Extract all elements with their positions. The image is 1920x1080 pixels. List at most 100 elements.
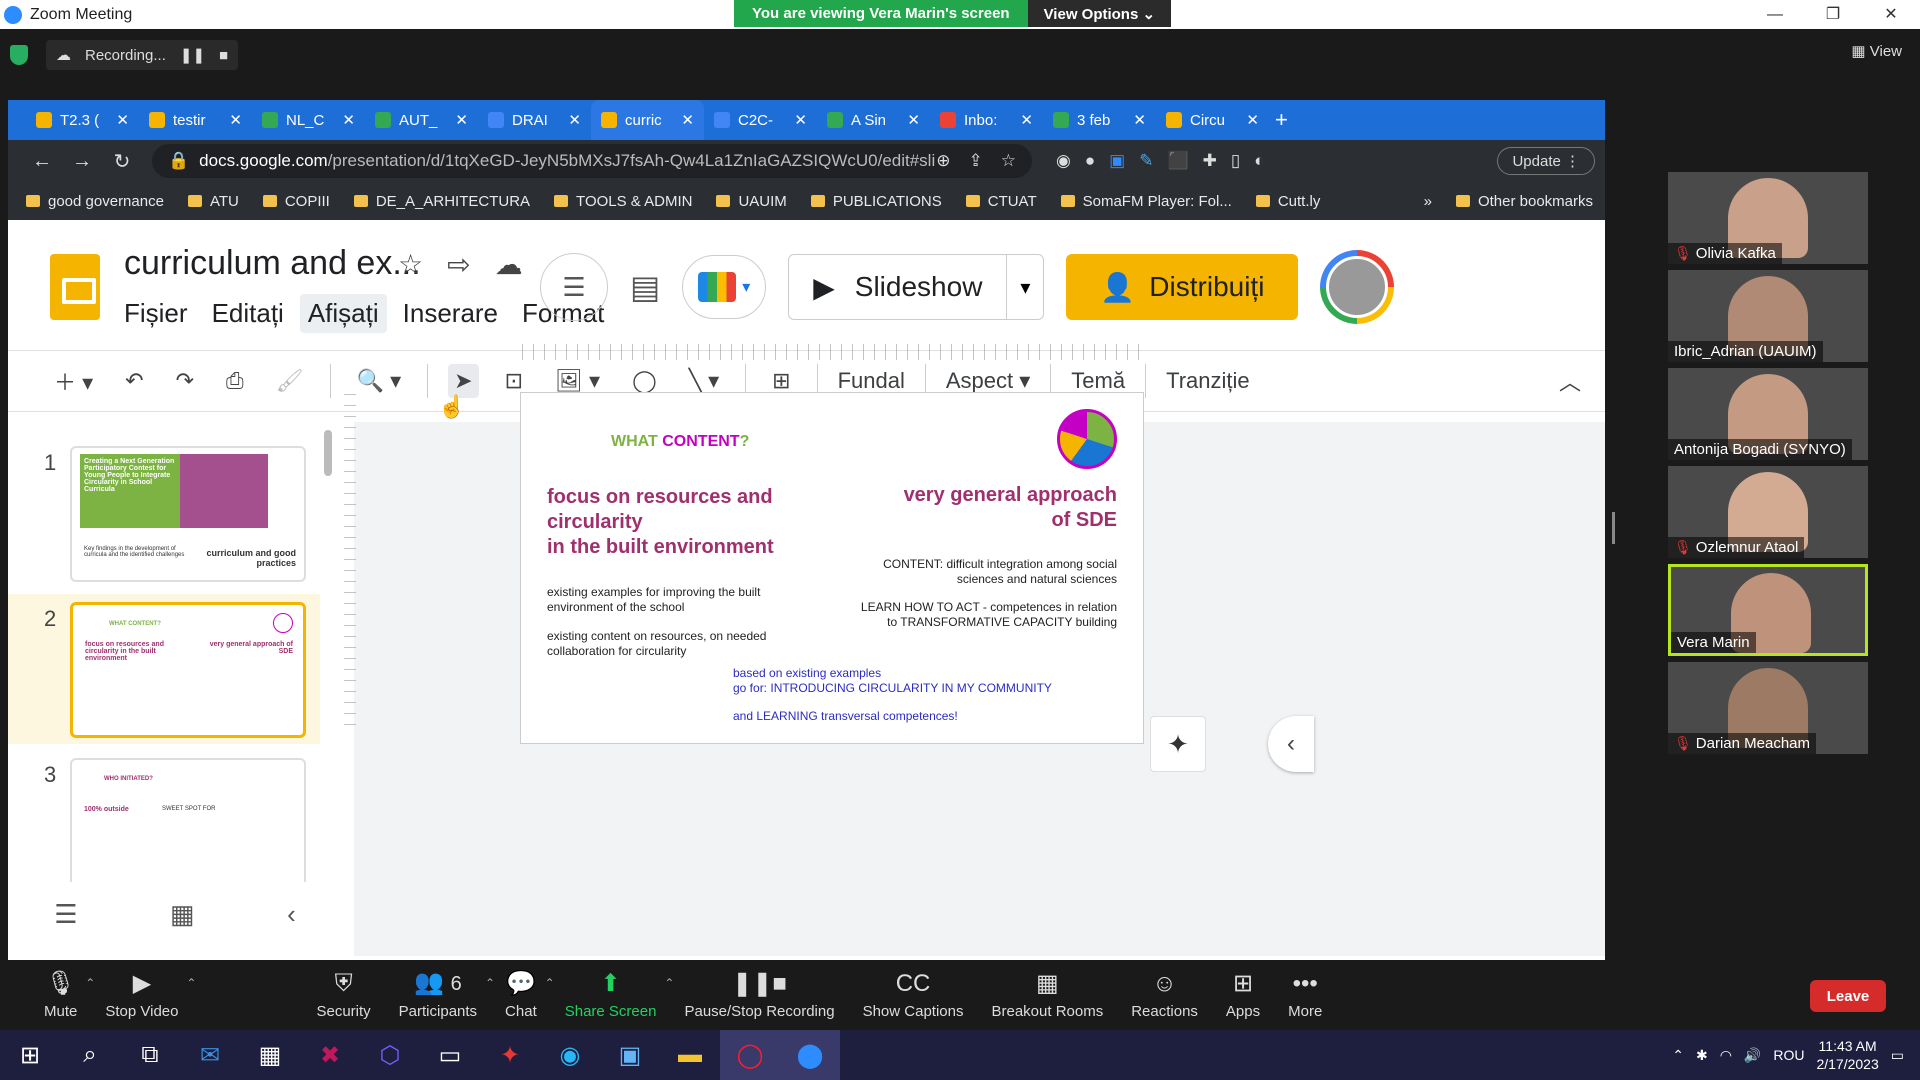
photos-icon[interactable]: ▣ [600, 1030, 660, 1080]
extension-icon[interactable]: ● [1085, 151, 1095, 171]
participant-video[interactable]: 🎙 Darian Meacham [1668, 662, 1868, 754]
account-avatar[interactable] [1320, 250, 1395, 324]
pause-stop-recording-button[interactable]: ❚❚■ Pause/Stop Recording [670, 960, 848, 1030]
list-view-icon[interactable]: ☰ [54, 899, 77, 930]
slide-thumbnail-selected[interactable]: WHAT CONTENT? focus on resources and cir… [70, 602, 306, 738]
forward-icon[interactable]: → [62, 150, 102, 173]
browser-tab[interactable]: T2.3 (✕ [26, 104, 139, 136]
slideshow-dropdown-icon[interactable]: ▾ [1007, 275, 1043, 300]
task-view-icon[interactable]: ⧉ [120, 1030, 180, 1080]
layout-button[interactable]: Aspect ▾ [946, 368, 1030, 394]
collapse-toolbar-icon[interactable]: ︿ [1559, 365, 1581, 397]
app-icon[interactable]: ⬡ [360, 1030, 420, 1080]
mute-button[interactable]: 🎙 Mute ⌃ [30, 960, 95, 1030]
slide-thumbnail[interactable]: WHO INITIATED? 100% outside SWEET SPOT F… [70, 758, 306, 882]
bookmark-item[interactable]: good governance [26, 193, 164, 210]
zoom-extension-icon[interactable]: ▣ [1109, 151, 1125, 171]
pause-recording-icon[interactable]: ❚❚ [180, 46, 205, 64]
browser-tab[interactable]: DRAI ✕ [478, 104, 591, 136]
zoom-icon[interactable]: ⊕ [936, 151, 950, 171]
tab-close-icon[interactable]: ✕ [342, 111, 355, 129]
paint-format-icon[interactable]: 🖌 [270, 364, 310, 398]
bookmark-item[interactable]: ATU [187, 193, 239, 210]
menu-item[interactable]: Fișier [116, 294, 196, 333]
bookmark-star-icon[interactable]: ☆ [1001, 151, 1016, 171]
notifications-icon[interactable]: ▭ [1891, 1047, 1904, 1064]
menu-item[interactable]: Inserare [395, 294, 506, 333]
reactions-button[interactable]: ☺ Reactions [1117, 960, 1212, 1030]
opera-icon[interactable]: ◯ [720, 1030, 780, 1080]
caret-up-icon[interactable]: ⌃ [186, 976, 196, 990]
grid-view-icon[interactable]: ▦ [170, 899, 195, 930]
slides-logo-icon[interactable] [50, 254, 100, 320]
browser-tab[interactable]: C2C- ✕ [704, 104, 817, 136]
bookmark-item[interactable]: COPIII [262, 193, 330, 210]
participant-video[interactable]: 🎙 Ozlemnur Ataol [1668, 466, 1868, 558]
filmstrip-scrollbar[interactable] [324, 430, 332, 476]
tab-close-icon[interactable]: ✕ [1133, 111, 1146, 129]
security-button[interactable]: ⛨ Security [302, 960, 384, 1030]
close-icon[interactable]: ✕ [1862, 0, 1920, 29]
move-icon[interactable]: ⇨ [447, 248, 470, 281]
tab-close-icon[interactable]: ✕ [568, 111, 581, 129]
bookmark-item[interactable]: SomaFM Player: Fol... [1060, 193, 1232, 210]
apps-button[interactable]: ⊞ Apps [1212, 960, 1274, 1030]
bookmark-item[interactable]: CTUAT [965, 193, 1037, 210]
app-icon[interactable]: ✦ [480, 1030, 540, 1080]
star-icon[interactable]: ☆ [398, 248, 423, 281]
bookmark-item[interactable]: UAUIM [716, 193, 787, 210]
thumbnail-row[interactable]: 3 WHO INITIATED? 100% outside SWEET SPOT… [8, 750, 320, 882]
tab-close-icon[interactable]: ✕ [455, 111, 468, 129]
participants-button[interactable]: 👥 6 Participants ⌃ [385, 960, 495, 1030]
edge-icon[interactable]: ◉ [540, 1030, 600, 1080]
profile-icon[interactable]: ◐ [1254, 151, 1264, 171]
redo-icon[interactable]: ↷ [170, 364, 200, 398]
new-tab-icon[interactable]: + [1275, 107, 1288, 133]
current-slide[interactable]: WHAT CONTENT? focus on resources and cir… [520, 392, 1144, 744]
browser-tab[interactable]: curric ✕ [591, 100, 704, 140]
leave-button[interactable]: Leave [1810, 980, 1886, 1012]
back-icon[interactable]: ← [22, 150, 62, 173]
tab-close-icon[interactable]: ✕ [681, 111, 694, 129]
stop-recording-icon[interactable]: ■ [219, 47, 228, 64]
app-icon[interactable]: ✖ [300, 1030, 360, 1080]
browser-tab[interactable]: A Sin ✕ [817, 104, 930, 136]
start-icon[interactable]: ⊞ [0, 1030, 60, 1080]
reload-icon[interactable]: ↻ [102, 149, 142, 174]
explore-sparkle-icon[interactable]: ✦ [1150, 716, 1206, 772]
outlook-icon[interactable]: ✉ [180, 1030, 240, 1080]
update-button[interactable]: Update ⋮ [1497, 147, 1595, 175]
minimize-icon[interactable]: — [1746, 0, 1804, 29]
wifi-icon[interactable]: ◠ [1720, 1047, 1732, 1064]
clock[interactable]: 11:43 AM 2/17/2023 [1816, 1037, 1878, 1073]
zoom-icon[interactable]: 🔍 ▾ [351, 364, 408, 398]
notepad-icon[interactable]: ▭ [420, 1030, 480, 1080]
comments-icon[interactable]: ▤ [630, 268, 660, 306]
bookmark-item[interactable]: DE_A_ARHITECTURA [353, 193, 530, 210]
select-icon[interactable]: ➤ [448, 364, 479, 398]
collapse-filmstrip-icon[interactable]: ‹ [287, 899, 296, 930]
undo-icon[interactable]: ↶ [119, 364, 149, 398]
browser-tab[interactable]: NL_C ✕ [252, 104, 365, 136]
view-layout-button[interactable]: ▦ View [1851, 42, 1902, 60]
cloud-saved-icon[interactable]: ☁ [495, 248, 523, 281]
share-icon[interactable]: ⇪ [969, 151, 983, 171]
browser-tab[interactable]: AUT_ ✕ [365, 104, 478, 136]
meet-button[interactable]: ▾ [682, 255, 767, 319]
stop-video-button[interactable]: ▶ Stop Video ⌃ [91, 960, 196, 1030]
participant-video[interactable]: 🎙 Olivia Kafka [1668, 172, 1868, 264]
browser-tab[interactable]: testir ✕ [139, 104, 252, 136]
zoom-taskbar-icon[interactable]: ⬤ [780, 1030, 840, 1080]
new-slide-icon[interactable]: ＋ ▾ [48, 361, 99, 401]
extension-icon[interactable]: ◉ [1056, 151, 1071, 171]
browser-tab[interactable]: Circu ✕ [1156, 104, 1269, 136]
share-button[interactable]: 👤 Distribuiți [1066, 254, 1299, 320]
print-icon[interactable]: ⎙ [220, 364, 250, 398]
present-history-icon[interactable]: ☰ [540, 253, 608, 321]
thumbnail-row[interactable]: 2 WHAT CONTENT? focus on resources and c… [8, 594, 320, 744]
more-bookmarks-icon[interactable]: » [1424, 193, 1432, 210]
background-button[interactable]: Fundal [838, 368, 905, 394]
side-panel-icon[interactable]: ▯ [1231, 151, 1240, 171]
tab-close-icon[interactable]: ✕ [907, 111, 920, 129]
slide-thumbnail[interactable]: Creating a Next Generation Participatory… [70, 446, 306, 582]
